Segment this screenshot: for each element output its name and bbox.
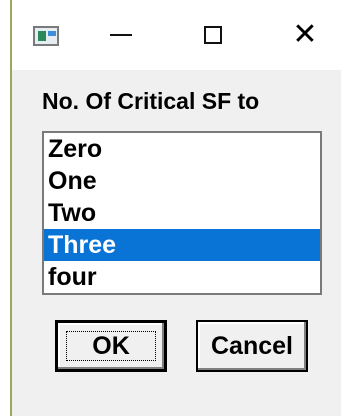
minimize-icon: [110, 34, 132, 36]
minimize-button[interactable]: [98, 14, 144, 56]
list-item-three[interactable]: Three: [44, 229, 320, 261]
maximize-button[interactable]: [190, 14, 236, 56]
list-item-one[interactable]: One: [44, 165, 320, 197]
list-item-four[interactable]: four: [44, 261, 320, 293]
screen: ✕ No. Of Critical SF to Zero One Two Thr…: [0, 0, 341, 416]
close-icon: ✕: [292, 17, 318, 52]
background-edge: [0, 0, 10, 416]
cancel-button[interactable]: Cancel: [196, 320, 308, 372]
prompt-label: No. Of Critical SF to: [42, 88, 260, 114]
cancel-button-label: Cancel: [211, 331, 293, 360]
focus-indicator: [66, 331, 156, 361]
maximize-icon: [204, 26, 222, 44]
close-button[interactable]: ✕: [282, 14, 328, 56]
options-listbox[interactable]: Zero One Two Three four: [42, 131, 322, 295]
dialog-window: ✕ No. Of Critical SF to Zero One Two Thr…: [12, 0, 341, 416]
list-item-zero[interactable]: Zero: [44, 133, 320, 165]
title-bar[interactable]: ✕: [12, 0, 341, 70]
app-window-icon[interactable]: [33, 26, 59, 46]
list-item-two[interactable]: Two: [44, 197, 320, 229]
ok-button[interactable]: OK: [55, 320, 167, 372]
